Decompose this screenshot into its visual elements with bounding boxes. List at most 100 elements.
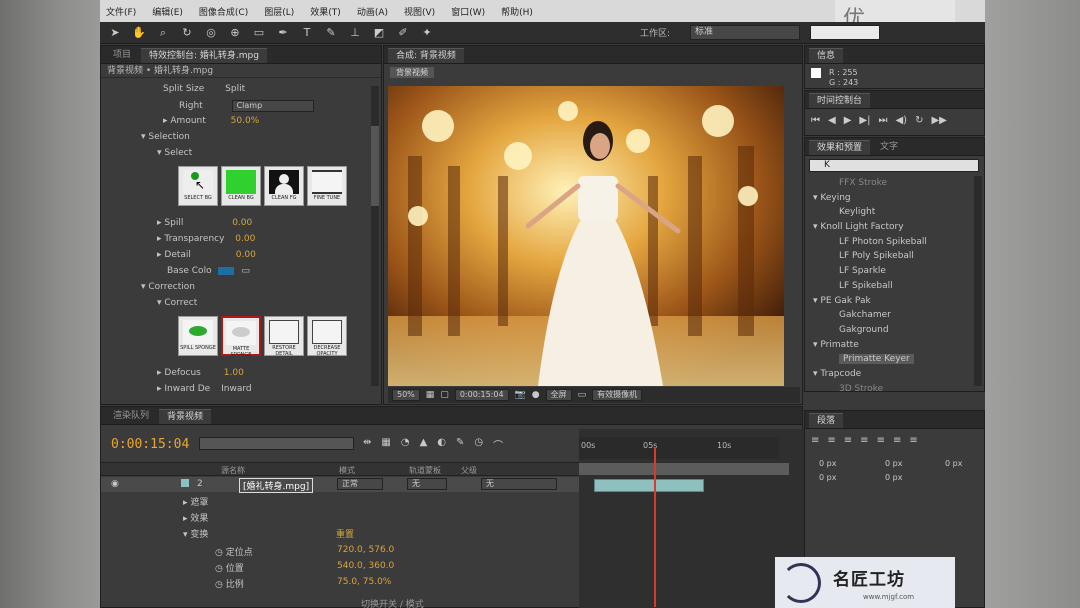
resolution-select[interactable]: 全屏 — [545, 389, 572, 401]
eye-visibility-icon[interactable]: ◉ — [111, 479, 119, 489]
list-item[interactable]: ▾ Keying — [809, 191, 973, 206]
detail-value[interactable]: 0.00 — [236, 250, 256, 260]
hand-tool-icon[interactable]: ✋ — [130, 25, 148, 41]
stopwatch-icon[interactable]: ◷ — [215, 564, 226, 574]
next-frame-icon[interactable]: ▶| — [859, 115, 870, 126]
draft-3d-icon[interactable]: ▦ — [381, 437, 390, 452]
select-bg-button[interactable]: ↖ SELECT BG — [178, 166, 218, 206]
tab-time-controls[interactable]: 时间控制台 — [809, 93, 871, 108]
menu-window[interactable]: 窗口(W) — [451, 5, 485, 18]
auto-keyframe-icon[interactable]: ◷ — [474, 437, 483, 452]
roto-brush-tool-icon[interactable]: ✐ — [394, 25, 412, 41]
menu-layer[interactable]: 图层(L) — [264, 5, 294, 18]
position-value[interactable]: 540.0, 360.0 — [337, 561, 394, 571]
correct-group[interactable]: ▾ Correct — [157, 298, 197, 308]
defocus-value[interactable]: 1.00 — [224, 368, 244, 378]
effects-search-input[interactable]: K — [809, 159, 979, 172]
menu-help[interactable]: 帮助(H) — [501, 5, 533, 18]
rectangle-mask-tool-icon[interactable]: ▭ — [250, 25, 268, 41]
indent-first-value[interactable]: 0 px — [945, 459, 962, 468]
clone-stamp-tool-icon[interactable]: ⊥ — [346, 25, 364, 41]
transparency-value[interactable]: 0.00 — [235, 234, 255, 244]
inward-value[interactable]: Inward — [221, 384, 252, 394]
menu-view[interactable]: 视图(V) — [404, 5, 435, 18]
time-ruler[interactable]: 00s 05s 10s — [579, 437, 779, 459]
motion-blur-icon[interactable]: ◐ — [437, 437, 446, 452]
comp-mini-flowchart-icon[interactable]: ⇹ — [363, 437, 371, 452]
transform-reset-link[interactable]: 重置 — [336, 527, 354, 540]
list-item[interactable]: LF Spikeball — [809, 279, 973, 294]
menu-edit[interactable]: 编辑(E) — [152, 5, 183, 18]
effects-scrollbar[interactable] — [974, 176, 982, 386]
frame-blending-icon[interactable]: ▲ — [420, 437, 428, 452]
align-left-icon[interactable]: ≡ — [811, 435, 819, 446]
tab-character[interactable]: 文字 — [872, 140, 906, 155]
layer-label-color[interactable] — [181, 479, 189, 487]
decrease-opacity-button[interactable]: DECREASE OPACITY — [307, 316, 347, 357]
audio-icon[interactable]: ◀) — [895, 115, 907, 126]
eyedropper-icon[interactable]: ▭ — [241, 266, 250, 276]
list-item[interactable]: ▾ Primatte — [809, 338, 973, 353]
eraser-tool-icon[interactable]: ◩ — [370, 25, 388, 41]
list-item[interactable]: LF Photon Spikeball — [809, 235, 973, 250]
fine-tune-button[interactable]: FINE TUNE — [307, 166, 347, 206]
workspace-select[interactable]: 标准 — [690, 25, 800, 40]
layer-parent-select[interactable]: 无 — [481, 478, 557, 490]
layer-name[interactable]: [婚礼转身.mpg] — [239, 478, 314, 493]
list-item[interactable]: ▾ PE Gak Pak — [809, 294, 973, 309]
magnification-select[interactable]: 50% — [392, 389, 420, 401]
tab-effect-controls[interactable]: 特效控制台: 婚礼转身.mpg — [141, 48, 267, 63]
tab-timeline-comp[interactable]: 背景视频 — [159, 409, 212, 424]
brush-tool-icon[interactable]: ✎ — [322, 25, 340, 41]
space-after-value[interactable]: 0 px — [885, 473, 902, 482]
list-item[interactable]: Gakground — [809, 323, 973, 338]
space-before-value[interactable]: 0 px — [819, 473, 836, 482]
tab-effects-presets[interactable]: 效果和预置 — [809, 140, 871, 155]
show-channel-icon[interactable]: ● — [532, 390, 540, 400]
menu-effect[interactable]: 效果(T) — [310, 5, 341, 18]
menu-composition[interactable]: 图像合成(C) — [199, 5, 248, 18]
col-parent[interactable]: 父级 — [461, 465, 477, 476]
align-center-icon[interactable]: ≡ — [827, 435, 835, 446]
work-area-bar[interactable] — [579, 463, 789, 475]
fast-preview-icon[interactable]: ▭ — [578, 390, 587, 400]
timeline-track-area[interactable]: 00s 05s 10s — [579, 429, 804, 608]
list-item[interactable]: FFX Stroke — [809, 176, 973, 191]
clean-bg-button[interactable]: CLEAN BG — [221, 166, 261, 206]
indent-left-value[interactable]: 0 px — [819, 459, 836, 468]
list-item[interactable]: ▾ Trapcode — [809, 367, 973, 382]
type-tool-icon[interactable]: T — [298, 25, 316, 41]
list-item[interactable]: Keylight — [809, 205, 973, 220]
current-time-indicator[interactable] — [654, 447, 656, 607]
layer-duration-bar[interactable] — [594, 479, 704, 492]
scale-value[interactable]: 75.0, 75.0% — [337, 577, 391, 587]
timeline-search-input[interactable] — [199, 437, 354, 450]
brainstorm-icon[interactable]: ✎ — [456, 437, 464, 452]
last-frame-icon[interactable]: ⏭ — [878, 115, 887, 126]
grid-icon[interactable]: ▦ — [426, 390, 435, 400]
tab-render-queue[interactable]: 渲染队列 — [105, 409, 157, 424]
layer-trkmat-select[interactable]: 无 — [407, 478, 447, 490]
camera-tool-icon[interactable]: ◎ — [202, 25, 220, 41]
spill-value[interactable]: 0.00 — [232, 218, 252, 228]
indent-right-value[interactable]: 0 px — [885, 459, 902, 468]
matte-sponge-button[interactable]: MATTE SPONGE — [221, 316, 261, 358]
col-source-name[interactable]: 源名称 — [221, 465, 245, 476]
graph-editor-icon[interactable]: ⌒ — [493, 437, 503, 452]
tab-composition[interactable]: 合成: 背景视频 — [388, 48, 464, 63]
composition-viewer[interactable] — [388, 86, 784, 386]
list-item[interactable]: Gakchamer — [809, 308, 973, 323]
spill-sponge-button[interactable]: SPILL SPONGE — [178, 316, 218, 356]
align-right-icon[interactable]: ≡ — [844, 435, 852, 446]
justify-left-icon[interactable]: ≡ — [860, 435, 868, 446]
stopwatch-icon[interactable]: ◷ — [215, 548, 226, 558]
select-group[interactable]: ▾ Select — [157, 148, 192, 158]
hide-shy-layers-icon[interactable]: ◔ — [401, 437, 410, 452]
prev-frame-icon[interactable]: ◀ — [828, 115, 836, 126]
base-color-swatch[interactable] — [218, 266, 235, 275]
pan-behind-tool-icon[interactable]: ⊕ — [226, 25, 244, 41]
layer-row[interactable]: ◉ 2 [婚礼转身.mpg] 正常 无 无 — [101, 477, 579, 493]
region-of-interest-icon[interactable]: ▢ — [440, 390, 449, 400]
col-trkmat[interactable]: 轨道蒙板 — [409, 465, 441, 476]
selection-group[interactable]: ▾ Selection — [141, 132, 190, 142]
